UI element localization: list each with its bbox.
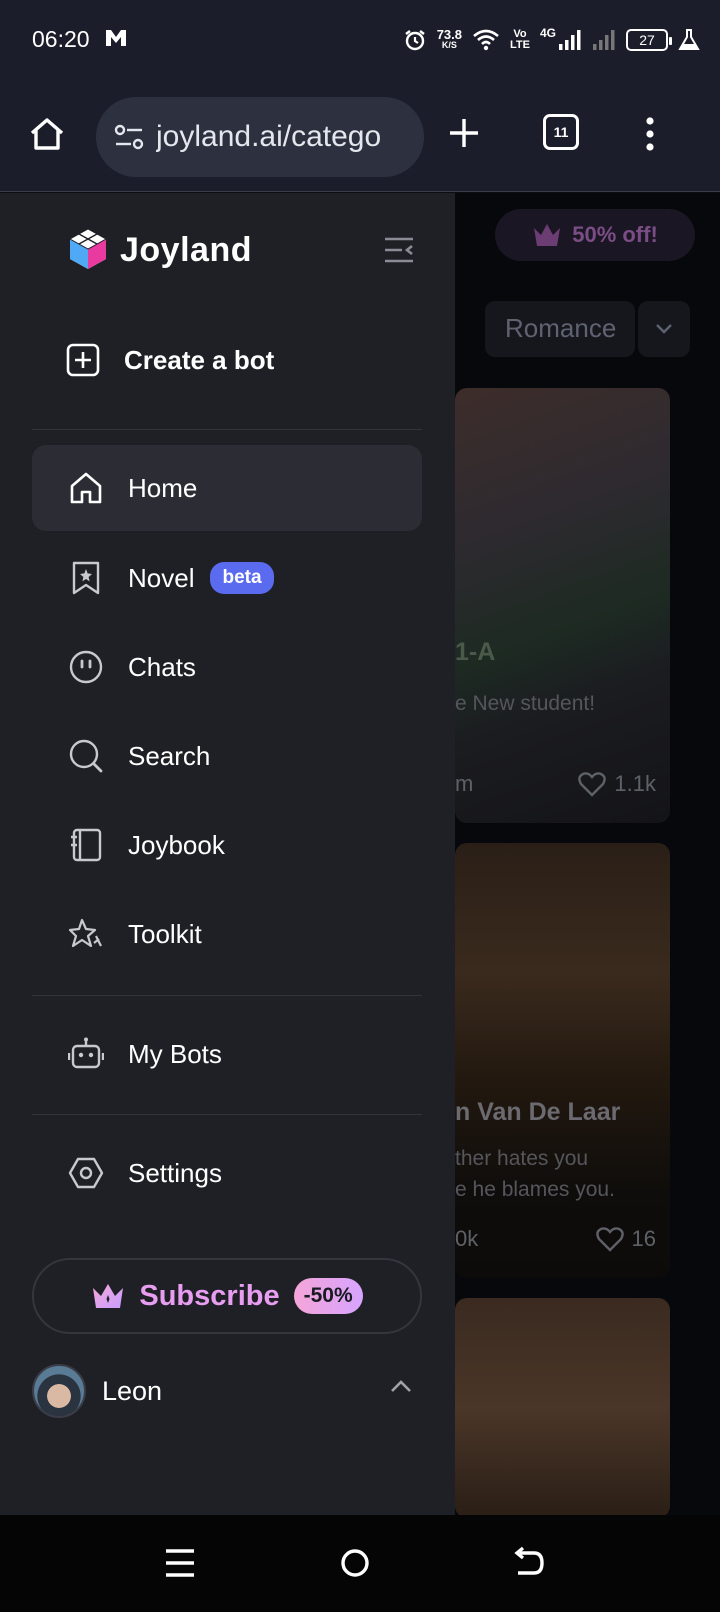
- signal-strength-2-icon: [593, 30, 615, 50]
- nav-item-my-bots[interactable]: My Bots: [32, 1011, 422, 1097]
- user-profile[interactable]: Leon: [32, 1361, 422, 1421]
- address-bar[interactable]: joyland.ai/catego: [96, 97, 424, 177]
- chevron-up-icon[interactable]: [390, 1379, 412, 1393]
- crown-icon: [534, 224, 561, 246]
- subscribe-button[interactable]: Subscribe -50%: [32, 1258, 422, 1334]
- brand-logo[interactable]: Joyland: [66, 227, 252, 273]
- chat-face-icon: [69, 650, 103, 684]
- heart-icon: [578, 772, 607, 797]
- heart-icon: [595, 1227, 624, 1252]
- nav-item-toolkit[interactable]: Toolkit: [32, 891, 422, 977]
- bot-card: n Van De Laar ther hates you e he blames…: [455, 843, 670, 1278]
- new-tab-icon[interactable]: [446, 115, 482, 151]
- back-icon[interactable]: [510, 1545, 546, 1581]
- promo-badge: 50% off!: [495, 209, 695, 261]
- tab-switcher-button[interactable]: 11: [543, 114, 579, 150]
- search-icon: [69, 739, 103, 773]
- browser-toolbar: joyland.ai/catego 11: [0, 82, 720, 192]
- crown-icon: [93, 1284, 124, 1308]
- divider: [32, 995, 422, 996]
- recent-apps-icon[interactable]: [162, 1545, 198, 1581]
- side-drawer: Joyland Create a bot Home Novel beta Cha…: [0, 193, 455, 1515]
- status-time: 06:20: [32, 26, 90, 52]
- wifi-icon: [473, 29, 499, 51]
- nav-item-search[interactable]: Search: [32, 713, 422, 799]
- system-navigation-bar: [0, 1515, 720, 1612]
- status-bar: 06:20 73.8 K/S Vo LTE 4G 27: [0, 0, 720, 82]
- nav-item-novel[interactable]: Novel beta: [32, 535, 422, 621]
- nav-item-chats[interactable]: Chats: [32, 624, 422, 710]
- volte-indicator: Vo LTE: [510, 28, 530, 51]
- app-notification-icon: [106, 30, 126, 46]
- more-options-icon[interactable]: [640, 115, 660, 153]
- home-button-icon[interactable]: [28, 115, 66, 153]
- plus-square-icon: [66, 343, 100, 377]
- nav-item-settings[interactable]: Settings: [32, 1130, 422, 1216]
- beta-badge: beta: [210, 562, 274, 594]
- alarm-icon: [404, 30, 425, 51]
- home-icon: [70, 472, 102, 504]
- home-circle-icon[interactable]: [337, 1545, 373, 1581]
- settings-icon: [68, 1157, 104, 1189]
- discount-badge: -50%: [293, 1278, 363, 1314]
- background-page: 50% off! Romance 1-A e New student! m 1.…: [455, 193, 720, 1515]
- bookmark-star-icon: [72, 561, 100, 595]
- category-filter: Romance: [485, 301, 635, 357]
- battery-indicator: 27: [626, 29, 672, 51]
- network-type: 4G: [539, 26, 556, 40]
- filter-dropdown: [638, 301, 690, 357]
- site-settings-icon[interactable]: [114, 123, 144, 151]
- collapse-sidebar-icon[interactable]: [382, 233, 416, 267]
- network-speed: 73.8 K/S: [436, 27, 463, 50]
- notebook-icon: [71, 828, 102, 862]
- chevron-down-icon: [656, 324, 672, 334]
- status-icons: 73.8 K/S Vo LTE 4G 27: [403, 22, 700, 58]
- bot-card: [455, 1298, 670, 1515]
- robot-icon: [68, 1037, 104, 1069]
- signal-strength-icon: [559, 30, 581, 50]
- avatar: [32, 1364, 86, 1418]
- create-bot-button[interactable]: Create a bot: [66, 343, 274, 377]
- sparkle-star-icon: [68, 918, 102, 948]
- divider: [32, 429, 422, 430]
- url-text[interactable]: joyland.ai/catego: [156, 120, 406, 154]
- nav-item-home[interactable]: Home: [32, 445, 422, 531]
- bot-card: 1-A e New student! m 1.1k: [455, 388, 670, 823]
- flask-icon: [678, 29, 700, 50]
- joyland-logo-icon: [68, 228, 108, 269]
- divider: [32, 1114, 422, 1115]
- nav-item-joybook[interactable]: Joybook: [32, 802, 422, 888]
- brand-name: Joyland: [120, 230, 252, 269]
